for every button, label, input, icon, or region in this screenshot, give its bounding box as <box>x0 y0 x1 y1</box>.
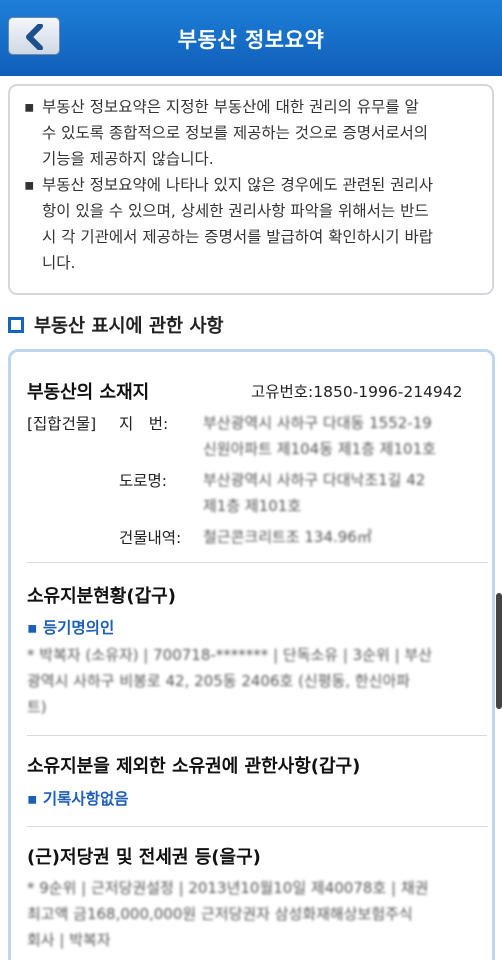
notice-item: ▪ 부동산 정보요약은 지정한 부동산에 대한 권리의 유무를 알 수 있도록 … <box>24 94 484 172</box>
bullet-icon: ▪ <box>24 176 35 194</box>
mortgage-title: (근)저당권 및 전세권 등(을구) <box>27 847 261 868</box>
page-title: 부동산 정보요약 <box>177 28 325 52</box>
other-ownership-title: 소유지분을 제외한 소유권에 관한사항(갑구) <box>27 756 361 777</box>
notice-line: 부동산 정보요약은 지정한 부동산에 대한 권리의 유무를 알 <box>42 98 419 116</box>
road-value: 부산광역시 사하구 다대낙조1길 42 <box>203 471 426 489</box>
other-ownership-sub-text: 기록사항없음 <box>42 790 129 808</box>
notice-line: 부동산 정보요약에 나타나 있지 않은 경우에도 관련된 권리사 <box>42 176 433 194</box>
ownership-line: * 박복자 (소유자) | 700718-******* | 단독소유 | 3순… <box>27 646 433 664</box>
building-detail-label: 건물내역: <box>119 529 182 547</box>
notice-line: 항이 있을 수 있으며, 상세한 권리사항 파악을 위해서는 반드 <box>42 202 429 220</box>
mortgage-line: 최고액 금168,000,000원 근저당권자 삼성화재해상보험주식 <box>27 905 413 923</box>
section-title-text: 부동산 표시에 관한 사항 <box>34 316 224 337</box>
ownership-title: 소유지분현황(갑구) <box>27 586 176 607</box>
building-detail-value: 철근콘크리트조 134.96㎡ <box>203 528 372 546</box>
square-bullet-icon <box>8 317 24 333</box>
section-title: 부동산 표시에 관한 사항 <box>8 312 224 338</box>
notice-line: 니다. <box>42 254 76 272</box>
lot-label: 지 번: <box>119 415 169 433</box>
notice-line: 기능을 제공하지 않습니다. <box>42 150 214 168</box>
ownership-line: 트) <box>27 698 47 716</box>
ownership-sub-label: ▪ 등기명의인 <box>27 619 115 637</box>
divider <box>27 826 487 827</box>
other-ownership-sub-label: ▪ 기록사항없음 <box>27 790 129 808</box>
notice-item: ▪ 부동산 정보요약에 나타나 있지 않은 경우에도 관련된 권리사 항이 있을… <box>24 172 484 276</box>
building-type-label: [집합건물] <box>27 415 97 433</box>
mortgage-line: 회사 | 박복자 <box>27 931 111 949</box>
road-value: 제1층 제101호 <box>203 497 302 515</box>
divider <box>27 735 487 736</box>
bullet-icon: ▪ <box>24 98 35 116</box>
app-header: 부동산 정보요약 <box>0 0 502 76</box>
ownership-line: 광역시 사하구 비봉로 42, 205동 2406호 (신평동, 한신아파 <box>27 672 411 690</box>
notice-line: 시 각 기관에서 제공하는 증명서를 발급하여 확인하시기 바랍 <box>42 228 433 246</box>
scrollbar-thumb[interactable] <box>496 593 502 709</box>
property-info-panel: 부동산의 소재지 고유번호:1850-1996-214942 [집합건물] 지 … <box>8 349 495 960</box>
lot-value: 부산광역시 사하구 다대동 1552-19 <box>203 414 432 432</box>
location-title: 부동산의 소재지 <box>27 382 150 403</box>
notice-line: 수 있도록 종합적으로 정보를 제공하는 것으로 증명서로서의 <box>42 124 429 142</box>
divider <box>27 562 487 563</box>
notice-box: ▪ 부동산 정보요약은 지정한 부동산에 대한 권리의 유무를 알 수 있도록 … <box>8 84 494 295</box>
lot-value: 신원아파트 제104동 제1층 제101호 <box>203 440 436 458</box>
road-label: 도로명: <box>119 472 168 490</box>
unique-number: 고유번호:1850-1996-214942 <box>251 383 463 401</box>
ownership-sub-text: 등기명의인 <box>42 619 115 637</box>
mortgage-line: * 9순위 | 근저당권설정 | 2013년10월10일 제40078호 | 채… <box>27 879 429 897</box>
